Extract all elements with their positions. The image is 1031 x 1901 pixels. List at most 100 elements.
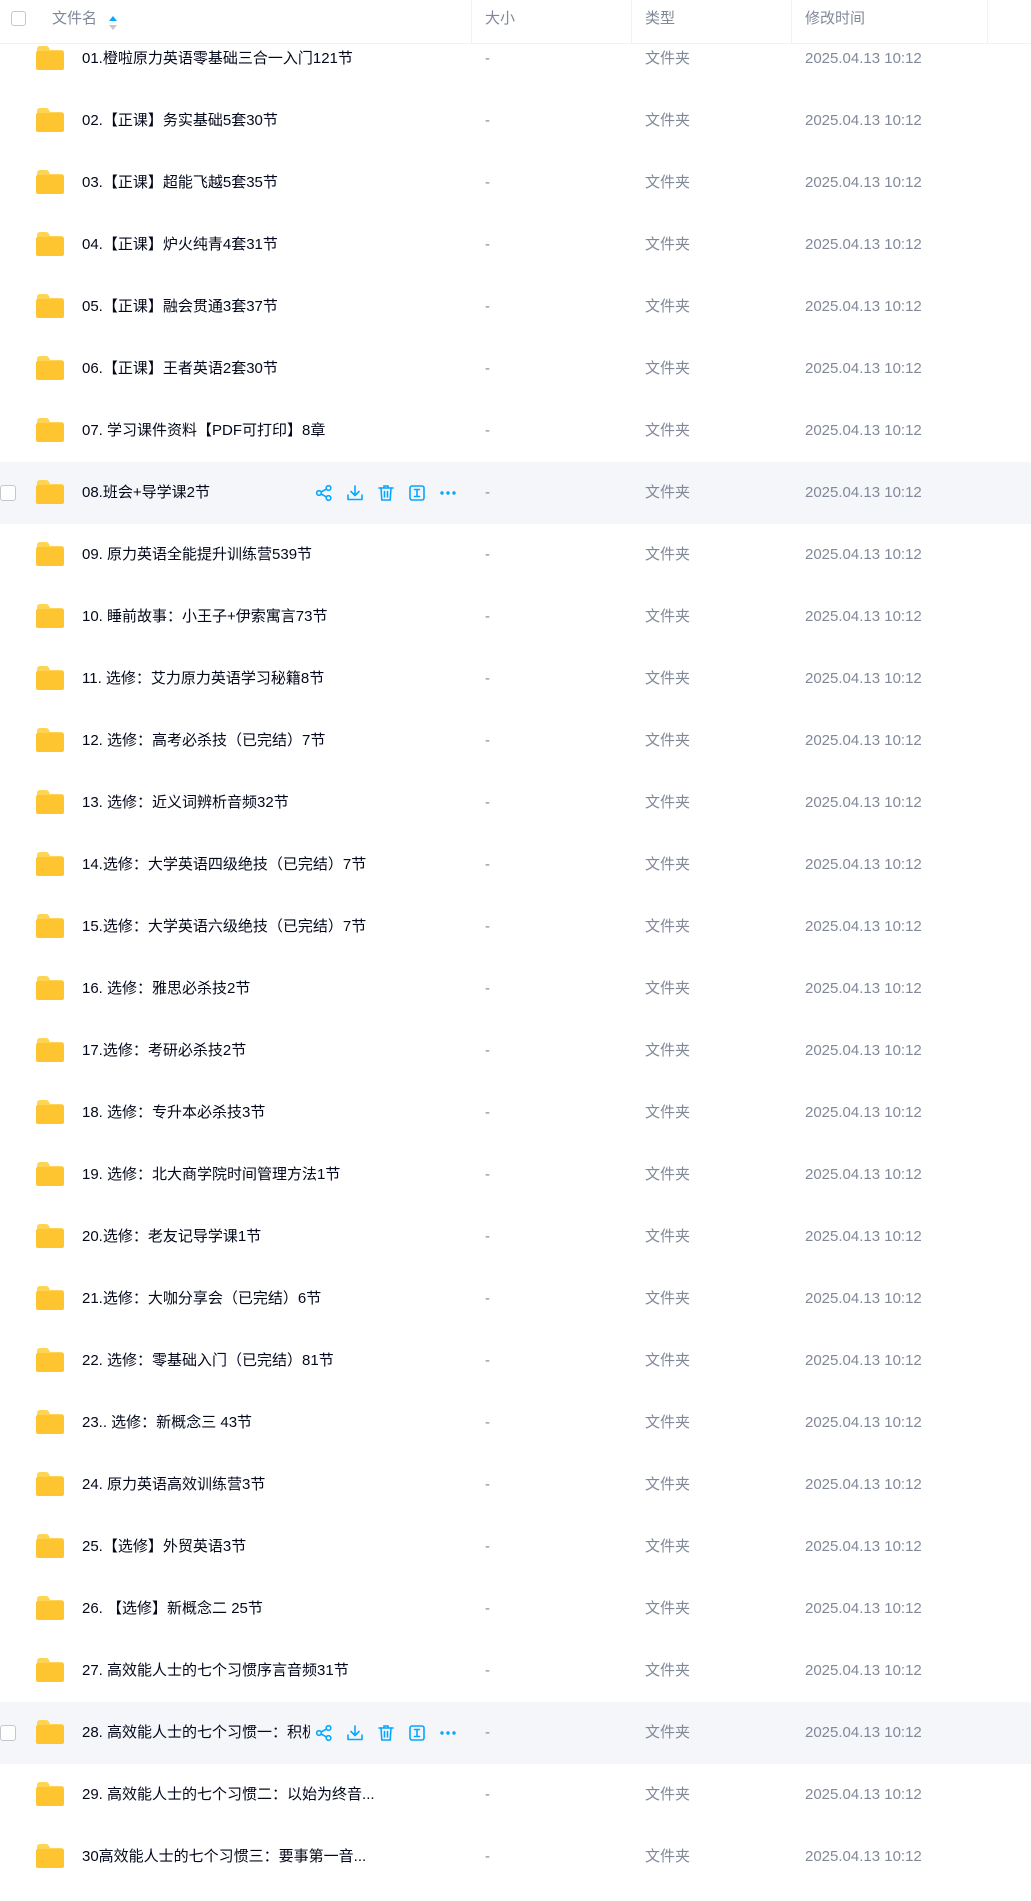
file-size: - [485, 608, 490, 625]
file-name[interactable]: 12. 选修：高考必杀技（已完结）7节 [82, 710, 442, 772]
file-name[interactable]: 17.选修：考研必杀技2节 [82, 1020, 442, 1082]
row-checkbox[interactable] [0, 1725, 16, 1741]
table-row[interactable]: 30高效能人士的七个习惯三：要事第一音... - 文件夹 2025.04.13 10:… [0, 1826, 1031, 1888]
file-name[interactable]: 03.【正课】超能飞越5套35节 [82, 152, 442, 214]
file-name[interactable]: 11. 选修：艾力原力英语学习秘籍8节 [82, 648, 442, 710]
table-row[interactable]: 22. 选修：零基础入门（已完结）81节 - 文件夹 2025.04.13 10:12 [0, 1330, 1031, 1392]
file-name[interactable]: 13. 选修：近义词辨析音频32节 [82, 772, 442, 834]
file-name[interactable]: 19. 选修：北大商学院时间管理方法1节 [82, 1144, 442, 1206]
file-size: - [485, 1662, 490, 1679]
file-name[interactable]: 09. 原力英语全能提升训练营539节 [82, 524, 442, 586]
file-name[interactable]: 24. 原力英语高效训练营3节 [82, 1454, 442, 1516]
sort-asc-icon[interactable] [108, 9, 118, 30]
file-modified: 2025.04.13 10:12 [805, 1104, 922, 1121]
table-row[interactable]: 19. 选修：北大商学院时间管理方法1节 - 文件夹 2025.04.13 10:12 [0, 1144, 1031, 1206]
share-icon[interactable] [314, 1723, 334, 1743]
table-row[interactable]: 25.【选修】外贸英语3节 - 文件夹 2025.04.13 10:12 [0, 1516, 1031, 1578]
file-name[interactable]: 21.选修：大咖分享会（已完结）6节 [82, 1268, 442, 1330]
folder-icon [35, 1533, 65, 1559]
table-row[interactable]: 07. 学习课件资料【PDF可打印】8章 - 文件夹 2025.04.13 10:12 [0, 400, 1031, 462]
table-row[interactable]: 26. 【选修】新概念二 25节 - 文件夹 2025.04.13 10:12 [0, 1578, 1031, 1640]
folder-icon [35, 45, 65, 71]
download-icon[interactable] [345, 483, 365, 503]
file-modified: 2025.04.13 10:12 [805, 856, 922, 873]
file-name[interactable]: 14.选修：大学英语四级绝技（已完结）7节 [82, 834, 442, 896]
file-name[interactable]: 29. 高效能人士的七个习惯二：以始为终音... [82, 1764, 378, 1826]
table-row[interactable]: 04.【正课】炉火纯青4套31节 - 文件夹 2025.04.13 10:12 [0, 214, 1031, 276]
file-name[interactable]: 06.【正课】王者英语2套30节 [82, 338, 442, 400]
file-type: 文件夹 [645, 50, 691, 67]
file-name[interactable]: 16. 选修：雅思必杀技2节 [82, 958, 442, 1020]
row-checkbox[interactable] [0, 485, 16, 501]
file-modified: 2025.04.13 10:12 [805, 1848, 922, 1865]
table-row[interactable]: 06.【正课】王者英语2套30节 - 文件夹 2025.04.13 10:12 [0, 338, 1031, 400]
file-type: 文件夹 [645, 918, 691, 935]
file-type: 文件夹 [645, 360, 691, 377]
table-row[interactable]: 02.【正课】务实基础5套30节 - 文件夹 2025.04.13 10:12 [0, 90, 1031, 152]
file-type: 文件夹 [645, 422, 691, 439]
table-row[interactable]: 21.选修：大咖分享会（已完结）6节 - 文件夹 2025.04.13 10:12 [0, 1268, 1031, 1330]
file-name[interactable]: 18. 选修：专升本必杀技3节 [82, 1082, 442, 1144]
table-row[interactable]: 05.【正课】融会贯通3套37节 - 文件夹 2025.04.13 10:12 [0, 276, 1031, 338]
file-size: - [485, 732, 490, 749]
file-name[interactable]: 15.选修：大学英语六级绝技（已完结）7节 [82, 896, 442, 958]
table-row[interactable]: 20.选修：老友记导学课1节 - 文件夹 2025.04.13 10:12 [0, 1206, 1031, 1268]
file-name[interactable]: 01.橙啦原力英语零基础三合一入门121节 [82, 28, 442, 90]
table-row[interactable]: 29. 高效能人士的七个习惯二：以始为终音... - 文件夹 2025.04.13 1… [0, 1764, 1031, 1826]
trash-icon[interactable] [376, 1723, 396, 1743]
file-name[interactable]: 23.. 选修：新概念三 43节 [82, 1392, 442, 1454]
table-row[interactable]: 08.班会+导学课2节 - 文件夹 2025.04.13 10:12 [0, 462, 1031, 524]
more-icon[interactable] [438, 1723, 458, 1743]
file-name[interactable]: 10. 睡前故事：小王子+伊索寓言73节 [82, 586, 442, 648]
table-row[interactable]: 18. 选修：专升本必杀技3节 - 文件夹 2025.04.13 10:12 [0, 1082, 1031, 1144]
file-name[interactable]: 27. 高效能人士的七个习惯序言音频31节 [82, 1640, 442, 1702]
more-icon[interactable] [438, 483, 458, 503]
trash-icon[interactable] [376, 483, 396, 503]
file-name[interactable]: 02.【正课】务实基础5套30节 [82, 90, 442, 152]
file-name[interactable]: 26. 【选修】新概念二 25节 [82, 1578, 442, 1640]
file-name[interactable]: 30高效能人士的七个习惯三：要事第一音... [82, 1826, 378, 1888]
rename-icon[interactable] [407, 1723, 427, 1743]
table-row[interactable]: 12. 选修：高考必杀技（已完结）7节 - 文件夹 2025.04.13 10:12 [0, 710, 1031, 772]
file-type: 文件夹 [645, 1786, 691, 1803]
table-row[interactable]: 14.选修：大学英语四级绝技（已完结）7节 - 文件夹 2025.04.13 10:1… [0, 834, 1031, 896]
table-row[interactable]: 15.选修：大学英语六级绝技（已完结）7节 - 文件夹 2025.04.13 10:1… [0, 896, 1031, 958]
file-name[interactable]: 07. 学习课件资料【PDF可打印】8章 [82, 400, 442, 462]
file-size: - [485, 1538, 490, 1555]
table-row[interactable]: 24. 原力英语高效训练营3节 - 文件夹 2025.04.13 10:12 [0, 1454, 1031, 1516]
file-size: - [485, 670, 490, 687]
file-size: - [485, 50, 490, 67]
folder-icon [35, 603, 65, 629]
file-name[interactable]: 05.【正课】融会贯通3套37节 [82, 276, 442, 338]
table-row[interactable]: 03.【正课】超能飞越5套35节 - 文件夹 2025.04.13 10:12 [0, 152, 1031, 214]
file-name[interactable]: 25.【选修】外贸英语3节 [82, 1516, 442, 1578]
file-name[interactable]: 28. 高效能人士的七个习惯一：积极 [82, 1702, 310, 1764]
table-row[interactable]: 13. 选修：近义词辨析音频32节 - 文件夹 2025.04.13 10:12 [0, 772, 1031, 834]
table-row[interactable]: 10. 睡前故事：小王子+伊索寓言73节 - 文件夹 2025.04.13 10:12 [0, 586, 1031, 648]
folder-icon [35, 1223, 65, 1249]
table-row[interactable]: 11. 选修：艾力原力英语学习秘籍8节 - 文件夹 2025.04.13 10:12 [0, 648, 1031, 710]
table-row[interactable]: 16. 选修：雅思必杀技2节 - 文件夹 2025.04.13 10:12 [0, 958, 1031, 1020]
file-size: - [485, 112, 490, 129]
file-size: - [485, 1476, 490, 1493]
download-icon[interactable] [345, 1723, 365, 1743]
file-size: - [485, 1848, 490, 1865]
file-type: 文件夹 [645, 1414, 691, 1431]
file-name[interactable]: 04.【正课】炉火纯青4套31节 [82, 214, 442, 276]
table-row[interactable]: 28. 高效能人士的七个习惯一：积极 - 文件夹 2025.04.13 10:12 [0, 1702, 1031, 1764]
table-row[interactable]: 09. 原力英语全能提升训练营539节 - 文件夹 2025.04.13 10:12 [0, 524, 1031, 586]
file-modified: 2025.04.13 10:12 [805, 1538, 922, 1555]
table-row[interactable]: 01.橙啦原力英语零基础三合一入门121节 - 文件夹 2025.04.13 10:1… [0, 28, 1031, 90]
file-modified: 2025.04.13 10:12 [805, 422, 922, 439]
table-row[interactable]: 23.. 选修：新概念三 43节 - 文件夹 2025.04.13 10:12 [0, 1392, 1031, 1454]
share-icon[interactable] [314, 483, 334, 503]
file-type: 文件夹 [645, 112, 691, 129]
file-name[interactable]: 20.选修：老友记导学课1节 [82, 1206, 442, 1268]
rename-icon[interactable] [407, 483, 427, 503]
select-all-checkbox[interactable] [11, 11, 26, 26]
file-type: 文件夹 [645, 174, 691, 191]
table-row[interactable]: 27. 高效能人士的七个习惯序言音频31节 - 文件夹 2025.04.13 10:1… [0, 1640, 1031, 1702]
file-type: 文件夹 [645, 1848, 691, 1865]
table-row[interactable]: 17.选修：考研必杀技2节 - 文件夹 2025.04.13 10:12 [0, 1020, 1031, 1082]
file-name[interactable]: 22. 选修：零基础入门（已完结）81节 [82, 1330, 442, 1392]
